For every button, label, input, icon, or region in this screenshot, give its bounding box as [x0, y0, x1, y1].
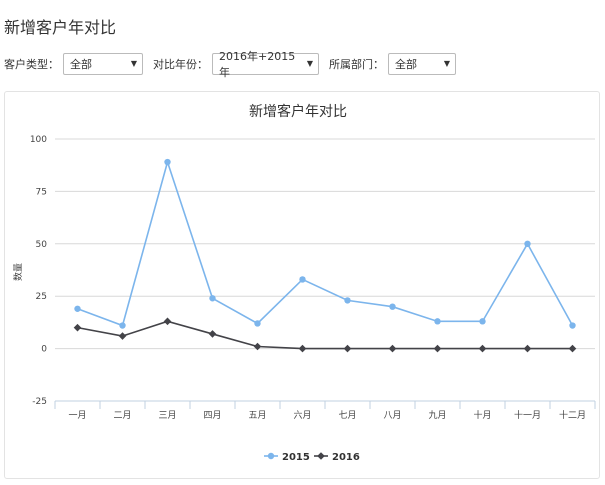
legend: 2015 2016 [264, 452, 360, 463]
data-point-2015 [389, 303, 396, 310]
data-point-2015 [524, 240, 531, 247]
data-point-2016 [163, 317, 172, 326]
page-title: 新增客户年对比 [4, 18, 117, 37]
data-point-2016 [253, 342, 262, 351]
x-tick-label: 六月 [293, 409, 311, 421]
data-point-2016 [568, 344, 577, 353]
customer-type-label: 客户类型： [4, 58, 59, 71]
chevron-down-icon: ▼ [130, 59, 137, 68]
x-tick-label: 一月 [68, 410, 86, 421]
legend-label-2015: 2015 [282, 452, 310, 463]
legend-marker-2015 [267, 452, 275, 460]
x-tick-label: 八月 [383, 410, 401, 421]
y-tick-label: -25 [32, 397, 47, 407]
y-tick-label: 75 [36, 187, 47, 197]
legend-label-2016: 2016 [332, 452, 360, 463]
x-tick-label: 十二月 [559, 409, 586, 421]
data-point-2016 [298, 344, 307, 353]
y-axis-ticks: -25 0 25 50 75 100 [30, 135, 47, 407]
data-point-2015 [299, 276, 306, 283]
x-tick-label: 十月 [473, 409, 491, 421]
x-tick-label: 九月 [428, 410, 446, 421]
y-tick-label: 0 [41, 345, 47, 355]
data-point-2015 [119, 322, 126, 329]
x-axis: 一月 二月 三月 四月 五月 六月 七月 八月 九月 十月 十一月 十二月 [54, 400, 596, 421]
department-select[interactable]: 全部 ▼ [388, 53, 456, 75]
chart-panel: 新增客户年对比 数量 -25 0 25 50 75 100 一月 二月 三月 四月 五月 六月 七月 八… [4, 91, 600, 479]
y-tick-label: 25 [36, 292, 47, 302]
legend-marker-2016 [317, 452, 325, 460]
compare-year-label: 对比年份： [153, 58, 208, 71]
filter-bar: 客户类型： 全部 ▼ 对比年份： 2016年+2015年 ▼ 所属部门： 全部 … [4, 50, 466, 79]
data-point-2015 [479, 318, 486, 325]
data-point-2016 [523, 344, 532, 353]
series-group [73, 158, 577, 353]
x-tick-label: 五月 [248, 410, 266, 421]
y-tick-label: 50 [36, 240, 48, 250]
data-point-2016 [343, 344, 352, 353]
chevron-down-icon: ▼ [306, 59, 313, 68]
x-tick-label: 七月 [338, 410, 356, 421]
department-label: 所属部门： [329, 58, 384, 71]
line-chart: 新增客户年对比 数量 -25 0 25 50 75 100 一月 二月 三月 四月 五月 六月 七月 八… [12, 103, 596, 463]
series-line-2016 [77, 320, 573, 350]
data-point-2016 [118, 332, 127, 340]
compare-year-select[interactable]: 2016年+2015年 ▼ [212, 50, 319, 79]
y-tick-label: 100 [30, 135, 47, 145]
data-point-2015 [74, 305, 81, 312]
x-tick-label: 四月 [203, 410, 221, 421]
x-tick-label: 二月 [113, 410, 131, 421]
data-point-2015 [569, 322, 576, 329]
data-point-2016 [73, 323, 82, 332]
data-point-2016 [478, 344, 487, 353]
x-tick-label: 十一月 [514, 409, 541, 421]
chevron-down-icon: ▼ [443, 59, 450, 68]
data-point-2015 [434, 318, 441, 325]
data-point-2016 [433, 344, 442, 353]
y-axis-label: 数量 [12, 263, 24, 281]
compare-year-value: 2016年+2015年 [219, 50, 296, 79]
data-point-2015 [344, 297, 351, 304]
data-point-2015 [209, 295, 216, 302]
customer-type-value: 全部 [70, 58, 92, 71]
data-point-2015 [164, 158, 171, 166]
chart-title: 新增客户年对比 [249, 103, 347, 120]
department-value: 全部 [395, 58, 417, 71]
data-point-2015 [254, 320, 261, 327]
customer-type-select[interactable]: 全部 ▼ [63, 53, 143, 75]
x-tick-label: 三月 [158, 410, 176, 421]
data-point-2016 [208, 330, 217, 338]
grid-lines [55, 138, 595, 402]
data-point-2016 [388, 344, 397, 353]
